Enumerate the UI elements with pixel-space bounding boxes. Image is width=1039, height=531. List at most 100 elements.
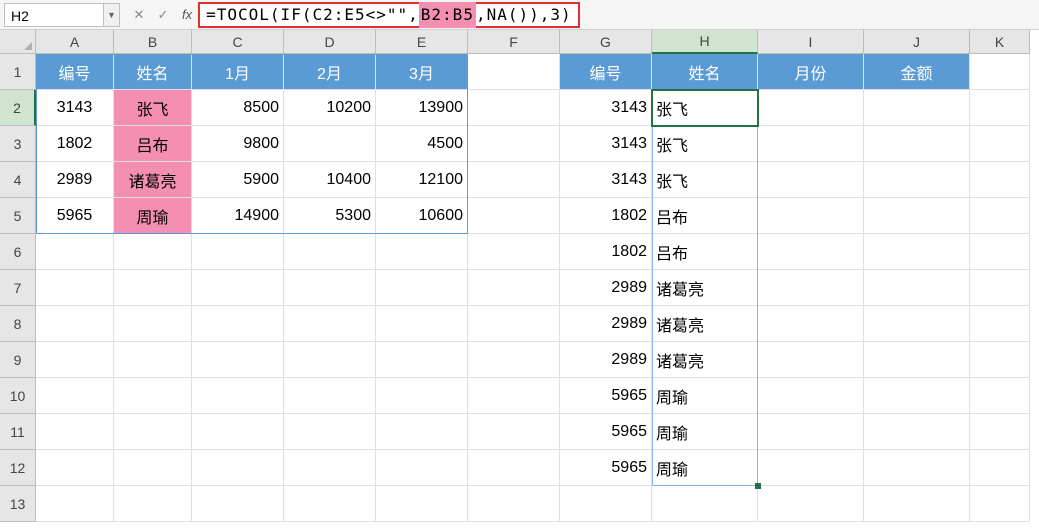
cell-J6[interactable] [864, 234, 970, 270]
left-id-1[interactable]: 1802 [36, 126, 114, 162]
cell-C12[interactable] [192, 450, 284, 486]
column-header-C[interactable]: C [192, 30, 284, 54]
cell-C13[interactable] [192, 486, 284, 522]
cell-E9[interactable] [376, 342, 468, 378]
cell-E7[interactable] [376, 270, 468, 306]
column-header-G[interactable]: G [560, 30, 652, 54]
cell-F12[interactable] [468, 450, 560, 486]
right-id-1[interactable]: 3143 [560, 126, 652, 162]
cell-I5[interactable] [758, 198, 864, 234]
column-header-K[interactable]: K [970, 30, 1030, 54]
cell-F3[interactable] [468, 126, 560, 162]
right-name-5[interactable]: 诸葛亮 [652, 270, 758, 306]
left-header-3[interactable]: 2月 [284, 54, 376, 90]
cell-J9[interactable] [864, 342, 970, 378]
cell-F9[interactable] [468, 342, 560, 378]
row-header-8[interactable]: 8 [0, 306, 36, 342]
right-id-0[interactable]: 3143 [560, 90, 652, 126]
right-id-8[interactable]: 5965 [560, 378, 652, 414]
cell-G13[interactable] [560, 486, 652, 522]
row-header-9[interactable]: 9 [0, 342, 36, 378]
cell-J13[interactable] [864, 486, 970, 522]
left-m3-0[interactable]: 13900 [376, 90, 468, 126]
cell-D11[interactable] [284, 414, 376, 450]
cell-K13[interactable] [970, 486, 1030, 522]
cell-B6[interactable] [114, 234, 192, 270]
row-header-11[interactable]: 11 [0, 414, 36, 450]
cell-B10[interactable] [114, 378, 192, 414]
left-m2-2[interactable]: 10400 [284, 162, 376, 198]
left-name-2[interactable]: 诸葛亮 [114, 162, 192, 198]
column-header-F[interactable]: F [468, 30, 560, 54]
cell-B9[interactable] [114, 342, 192, 378]
cell-J5[interactable] [864, 198, 970, 234]
cell-I3[interactable] [758, 126, 864, 162]
cell-K2[interactable] [970, 90, 1030, 126]
cell-F6[interactable] [468, 234, 560, 270]
column-header-D[interactable]: D [284, 30, 376, 54]
cell-H13[interactable] [652, 486, 758, 522]
left-m2-0[interactable]: 10200 [284, 90, 376, 126]
right-name-8[interactable]: 周瑜 [652, 378, 758, 414]
row-header-7[interactable]: 7 [0, 270, 36, 306]
row-header-12[interactable]: 12 [0, 450, 36, 486]
right-header-0[interactable]: 编号 [560, 54, 652, 90]
right-name-10[interactable]: 周瑜 [652, 450, 758, 486]
cell-C7[interactable] [192, 270, 284, 306]
cell-F10[interactable] [468, 378, 560, 414]
left-name-3[interactable]: 周瑜 [114, 198, 192, 234]
cell-J4[interactable] [864, 162, 970, 198]
cell-F7[interactable] [468, 270, 560, 306]
cell-D13[interactable] [284, 486, 376, 522]
row-header-6[interactable]: 6 [0, 234, 36, 270]
right-header-3[interactable]: 金额 [864, 54, 970, 90]
cell-A13[interactable] [36, 486, 114, 522]
column-header-H[interactable]: H [652, 30, 758, 54]
cell-F8[interactable] [468, 306, 560, 342]
name-box-dropdown[interactable]: ▼ [104, 3, 120, 27]
cell-D7[interactable] [284, 270, 376, 306]
right-name-6[interactable]: 诸葛亮 [652, 306, 758, 342]
cell-C8[interactable] [192, 306, 284, 342]
cell-F11[interactable] [468, 414, 560, 450]
cell-K6[interactable] [970, 234, 1030, 270]
cell-K7[interactable] [970, 270, 1030, 306]
cell-I9[interactable] [758, 342, 864, 378]
left-m1-0[interactable]: 8500 [192, 90, 284, 126]
cell-E8[interactable] [376, 306, 468, 342]
left-header-0[interactable]: 编号 [36, 54, 114, 90]
right-name-1[interactable]: 张飞 [652, 126, 758, 162]
row-header-13[interactable]: 13 [0, 486, 36, 522]
accept-icon[interactable]: ✓ [154, 7, 172, 23]
left-id-0[interactable]: 3143 [36, 90, 114, 126]
right-id-3[interactable]: 1802 [560, 198, 652, 234]
row-header-4[interactable]: 4 [0, 162, 36, 198]
cell-D9[interactable] [284, 342, 376, 378]
cell-I4[interactable] [758, 162, 864, 198]
cell-E13[interactable] [376, 486, 468, 522]
left-id-2[interactable]: 2989 [36, 162, 114, 198]
left-m2-3[interactable]: 5300 [284, 198, 376, 234]
formula-input[interactable]: =TOCOL(IF(C2:E5<>"",B2:B5,NA()),3) [198, 2, 580, 28]
cell-I7[interactable] [758, 270, 864, 306]
cell-F1[interactable] [468, 54, 560, 90]
name-box[interactable]: H2 [4, 3, 104, 27]
cell-A9[interactable] [36, 342, 114, 378]
cell-A6[interactable] [36, 234, 114, 270]
cell-F4[interactable] [468, 162, 560, 198]
cell-A11[interactable] [36, 414, 114, 450]
cell-F5[interactable] [468, 198, 560, 234]
left-m1-2[interactable]: 5900 [192, 162, 284, 198]
cell-J12[interactable] [864, 450, 970, 486]
cell-K1[interactable] [970, 54, 1030, 90]
cell-I13[interactable] [758, 486, 864, 522]
left-header-2[interactable]: 1月 [192, 54, 284, 90]
cell-I11[interactable] [758, 414, 864, 450]
left-id-3[interactable]: 5965 [36, 198, 114, 234]
left-m1-1[interactable]: 9800 [192, 126, 284, 162]
cell-C10[interactable] [192, 378, 284, 414]
cell-B11[interactable] [114, 414, 192, 450]
column-header-I[interactable]: I [758, 30, 864, 54]
right-id-6[interactable]: 2989 [560, 306, 652, 342]
left-name-1[interactable]: 吕布 [114, 126, 192, 162]
